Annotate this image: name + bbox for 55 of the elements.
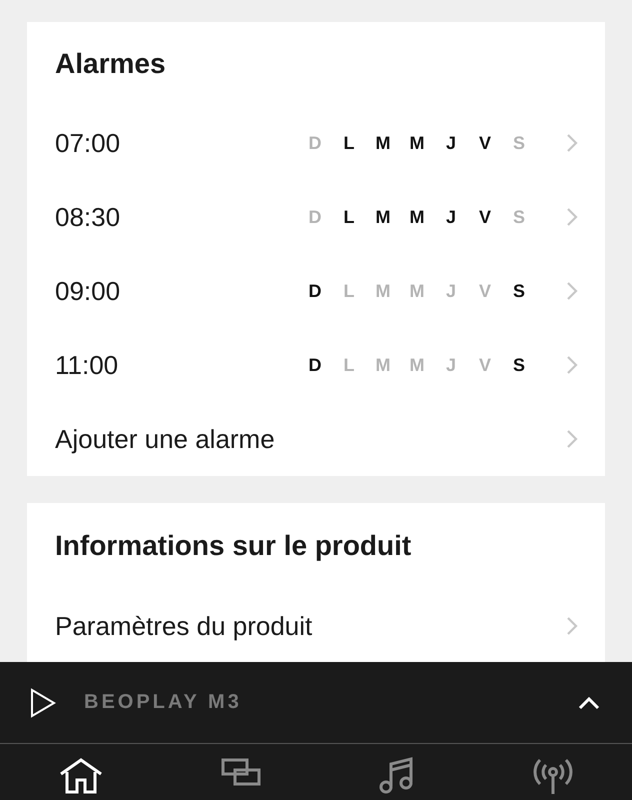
weekday-letter: L [342,354,356,376]
chevron-icon [566,207,578,227]
weekday-letter: M [408,206,426,228]
weekday-letter: M [374,206,392,228]
alarm-row[interactable]: 07:00 D L M M J V S [55,106,578,180]
weekday-letter: V [478,132,492,154]
chevron-icon [566,355,578,375]
weekday-letter: M [408,354,426,376]
add-alarm-label: Ajouter une alarme [55,424,276,454]
chevron-icon [566,616,578,636]
section-title: Informations sur le produit [55,529,412,563]
play-icon[interactable] [30,688,56,718]
weekday-letter: V [478,280,492,302]
add-alarm-row[interactable]: Ajouter une alarme [55,402,578,476]
weekday-letter: S [512,354,526,376]
settings-label: Paramètres du produit [55,610,314,642]
weekday-letter: J [444,354,457,376]
broadcast-icon [533,756,573,794]
alarm-time: 11:00 [55,350,120,380]
weekday-letter: S [512,132,526,154]
weekday-letter: M [374,280,392,302]
alarm-time: 08:30 [55,202,122,232]
chevron-icon [566,281,578,301]
weekday-letter: D [308,280,322,302]
chevron-icon [566,133,578,153]
weekday-letter: L [342,206,356,228]
weekday-letter: V [478,206,492,228]
alarm-time: 09:00 [55,276,122,306]
alarm-row[interactable]: 08:30 D L M M J V S [55,180,578,254]
weekday-letter: M [374,354,392,376]
weekday-letter: D [308,354,322,376]
section-title: Alarmes [55,47,167,81]
linked-squares-icon [221,756,261,788]
music-note-icon [379,756,415,794]
chevron-icon [566,429,578,449]
home-icon [59,756,103,794]
weekday-letter: V [478,354,492,376]
settings-row[interactable]: Paramètres du produit [55,589,578,662]
weekday-letter: M [374,132,392,154]
weekday-letter: S [512,206,526,228]
alarm-row[interactable]: 09:00 D L M M J V S [55,254,578,328]
weekday-letter: J [444,132,457,154]
weekday-letter: S [512,280,526,302]
device-name: BEOPLAY M3 [84,691,243,714]
weekday-letter: L [342,132,356,154]
weekday-letter: M [408,280,426,302]
weekday-letter: J [444,206,457,228]
alarm-time: 07:00 [55,128,122,158]
weekday-letter: M [408,132,426,154]
alarm-row[interactable]: 11:00 D L M M J V S [55,328,578,402]
weekday-letter: J [444,280,457,302]
weekday-letter: D [308,206,322,228]
weekday-letter: L [342,280,356,302]
weekday-letter: D [308,132,322,154]
chevron-up-icon[interactable] [578,696,600,710]
